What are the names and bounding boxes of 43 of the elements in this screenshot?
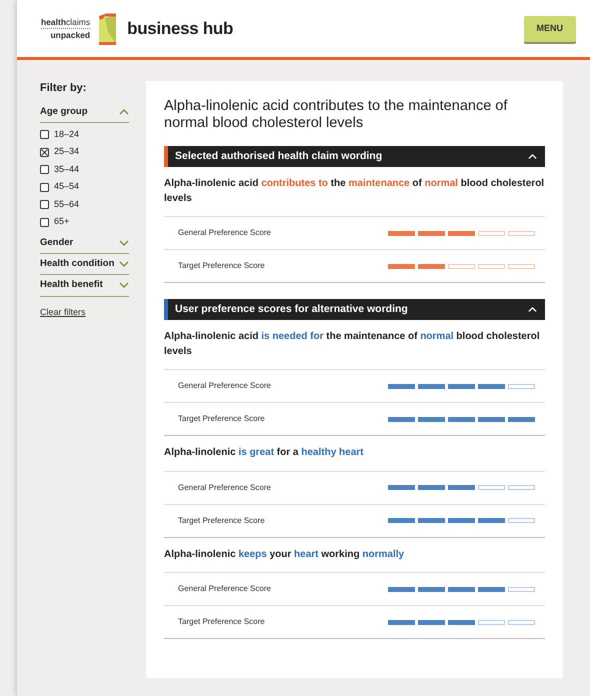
score-label: General Preference Score (178, 227, 271, 240)
logo-text: unpacked (49, 29, 90, 40)
chevron-down-icon (119, 240, 129, 246)
option-label: 18–24 (54, 128, 80, 141)
filter-group-toggle[interactable]: Health condition (40, 254, 129, 276)
filter-group-toggle[interactable]: Age group (40, 102, 129, 123)
chevron-down-icon (119, 261, 129, 268)
claim-wording: Alpha-linolenic is great for a healthy heart (164, 446, 365, 460)
checkbox[interactable] (40, 200, 49, 209)
score-label: Target Preference Score (178, 514, 265, 527)
option-label: 65+ (54, 215, 70, 228)
filter-group-toggle[interactable]: Gender (40, 232, 129, 254)
brand-name: business hub (127, 18, 234, 40)
section-header[interactable]: Selected authorised health claim wording (164, 146, 545, 168)
claim-wording: Alpha-linolenic acid contributes to the maintenance of normal blood cholesterol levels (164, 177, 545, 206)
score-label: Target Preference Score (178, 616, 265, 628)
score-label: General Preference Score (178, 583, 271, 596)
chevron-up-icon (528, 307, 537, 313)
score-label: Target Preference Score (178, 260, 265, 272)
filter-heading: Filter by: (40, 81, 88, 96)
claim-wording: Alpha-linolenic acid is needed for the maintenance of normal blood cholesterol levels (164, 330, 541, 359)
score-label: Target Preference Score (178, 413, 265, 426)
chevron-up-icon (528, 154, 537, 160)
option-label: 45–54 (54, 180, 80, 194)
checkbox[interactable] (40, 130, 49, 139)
option-label: 25–34 (54, 145, 80, 158)
filter-group-toggle[interactable]: Health benefit (40, 275, 129, 296)
checkbox[interactable] (40, 218, 49, 226)
chevron-down-icon (119, 282, 129, 288)
checkbox[interactable] (40, 182, 49, 192)
section-header[interactable]: User preference scores for alternative wording (164, 299, 545, 320)
option-label: 55–64 (54, 198, 80, 211)
clear-filters-link[interactable]: Clear filters (40, 306, 86, 319)
option-label: 35–44 (54, 162, 80, 176)
checkbox[interactable] (40, 148, 49, 156)
score-label: General Preference Score (178, 482, 271, 494)
logo-text: healthclaims (41, 18, 90, 29)
score-label: General Preference Score (178, 380, 271, 392)
menu-button[interactable]: MENU (524, 16, 576, 42)
chevron-up-icon (119, 108, 129, 115)
checkbox[interactable] (40, 165, 49, 174)
claim-wording: Alpha-linolenic keeps your heart working normally (164, 548, 406, 562)
page-title: Alpha-linolenic acid contributes to the maintenance of normal blood cholesterol levels (164, 98, 508, 132)
